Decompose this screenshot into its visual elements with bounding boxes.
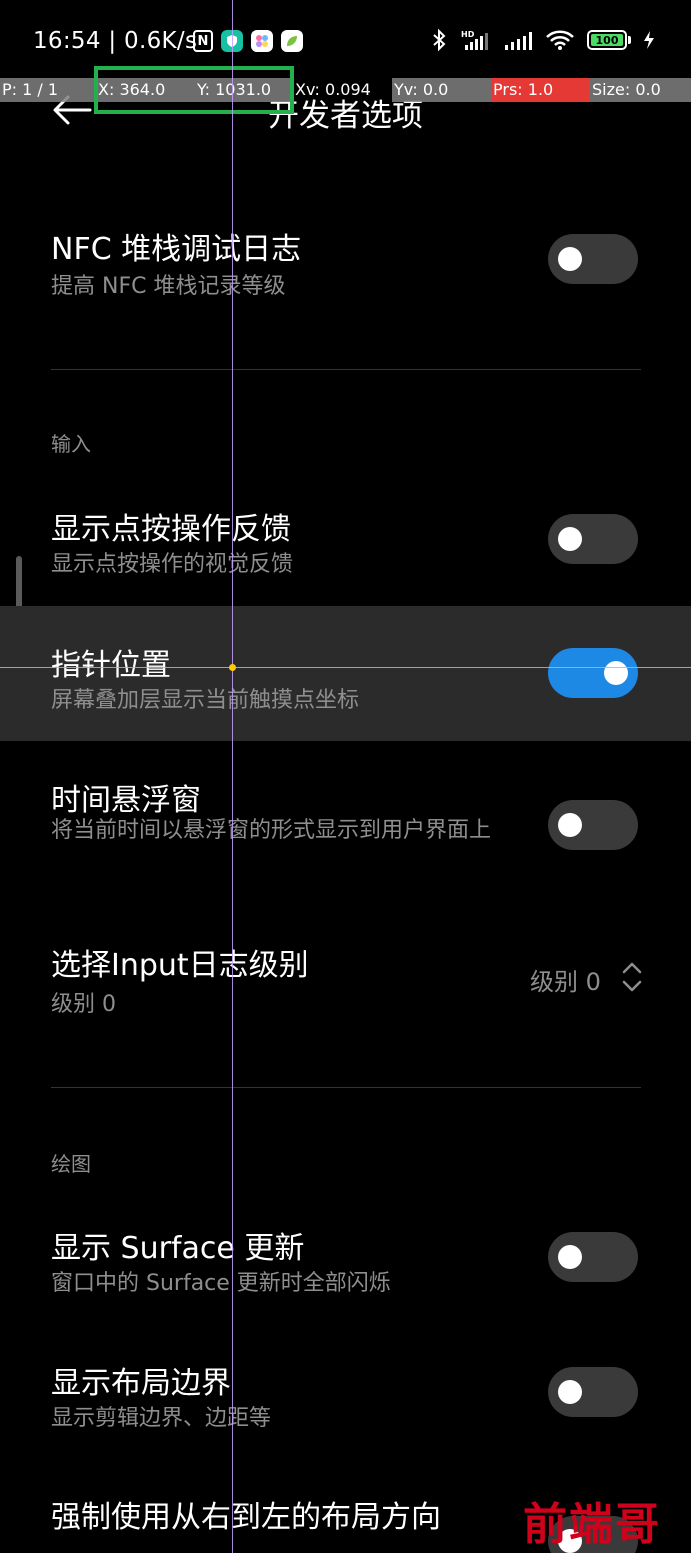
nfc-log-toggle[interactable] bbox=[548, 234, 638, 284]
setting-show-taps[interactable]: 显示点按操作反馈 显示点按操作的视觉反馈 bbox=[0, 500, 691, 590]
setting-subtitle: 窗口中的 Surface 更新时全部闪烁 bbox=[51, 1271, 391, 1296]
setting-surface-updates[interactable]: 显示 Surface 更新 窗口中的 Surface 更新时全部闪烁 bbox=[0, 1219, 691, 1309]
setting-title: NFC 堆栈调试日志 bbox=[51, 232, 302, 267]
nfc-icon: N bbox=[193, 30, 213, 52]
setting-subtitle: 级别 0 bbox=[51, 992, 116, 1017]
overlay-pressure: Prs: 1.0 bbox=[491, 78, 590, 102]
pointer-crosshair-vertical bbox=[232, 0, 233, 1553]
battery-icon: 100 bbox=[587, 30, 631, 50]
setting-time-float[interactable]: 时间悬浮窗 将当前时间以悬浮窗的形式显示到用户界面上 bbox=[0, 771, 691, 891]
chevron-updown-icon[interactable] bbox=[620, 960, 644, 994]
setting-title: 时间悬浮窗 bbox=[51, 783, 201, 818]
setting-title: 强制使用从右到左的布局方向 bbox=[51, 1500, 441, 1535]
notification-icons: N bbox=[193, 30, 303, 52]
overlay-yv: Yv: 0.0 bbox=[392, 78, 491, 102]
system-icons: HD 100 bbox=[431, 28, 655, 52]
setting-title: 指针位置 bbox=[51, 648, 171, 683]
status-time: 16:54 | 0.6K/s bbox=[33, 28, 198, 54]
layout-bounds-toggle[interactable] bbox=[548, 1367, 638, 1417]
pointer-crosshair-horizontal bbox=[0, 667, 691, 668]
setting-title: 选择Input日志级别 bbox=[51, 948, 309, 983]
overlay-pointer-count: P: 1 / 1 bbox=[0, 78, 96, 102]
setting-subtitle: 将当前时间以悬浮窗的形式显示到用户界面上 bbox=[51, 818, 492, 843]
setting-subtitle: 显示剪辑边界、边距等 bbox=[51, 1406, 272, 1431]
divider bbox=[51, 369, 641, 370]
touch-point-dot bbox=[229, 664, 236, 671]
wifi-icon bbox=[546, 30, 574, 50]
setting-title: 显示点按操作反馈 bbox=[51, 512, 291, 547]
divider bbox=[51, 1087, 641, 1088]
signal-icon bbox=[505, 32, 532, 50]
input-log-level-value[interactable]: 级别 0 bbox=[530, 962, 601, 997]
colorful-app-icon bbox=[251, 30, 273, 52]
section-label-drawing: 绘图 bbox=[51, 1152, 91, 1176]
setting-input-log-level[interactable]: 选择Input日志级别 级别 0 级别 0 bbox=[0, 940, 691, 1030]
setting-subtitle: 提高 NFC 堆栈记录等级 bbox=[51, 274, 286, 299]
hd-signal-icon: HD bbox=[461, 30, 488, 50]
section-label-input: 输入 bbox=[51, 432, 91, 456]
setting-nfc-log[interactable]: NFC 堆栈调试日志 提高 NFC 堆栈记录等级 bbox=[0, 220, 691, 330]
overlay-xv: Xv: 0.094 bbox=[295, 80, 371, 99]
svg-text:HD: HD bbox=[461, 30, 475, 39]
surface-updates-toggle[interactable] bbox=[548, 1232, 638, 1282]
time-float-toggle[interactable] bbox=[548, 800, 638, 850]
setting-title: 显示 Surface 更新 bbox=[51, 1231, 305, 1266]
green-app-icon bbox=[281, 30, 303, 52]
charging-icon bbox=[644, 31, 654, 49]
setting-pointer-location[interactable]: 指针位置 屏幕叠加层显示当前触摸点坐标 bbox=[0, 636, 691, 726]
coordinate-highlight-box bbox=[94, 66, 294, 114]
setting-subtitle: 屏幕叠加层显示当前触摸点坐标 bbox=[51, 688, 360, 713]
pointer-location-toggle[interactable] bbox=[548, 648, 638, 698]
setting-title: 显示布局边界 bbox=[51, 1366, 231, 1401]
battery-level: 100 bbox=[591, 34, 623, 47]
setting-subtitle: 显示点按操作的视觉反馈 bbox=[51, 552, 294, 577]
setting-layout-bounds[interactable]: 显示布局边界 显示剪辑边界、边距等 bbox=[0, 1354, 691, 1444]
show-taps-toggle[interactable] bbox=[548, 514, 638, 564]
watermark: 前端哥 bbox=[523, 1499, 661, 1550]
overlay-size: Size: 0.0 bbox=[590, 78, 691, 102]
bluetooth-icon bbox=[433, 28, 446, 52]
